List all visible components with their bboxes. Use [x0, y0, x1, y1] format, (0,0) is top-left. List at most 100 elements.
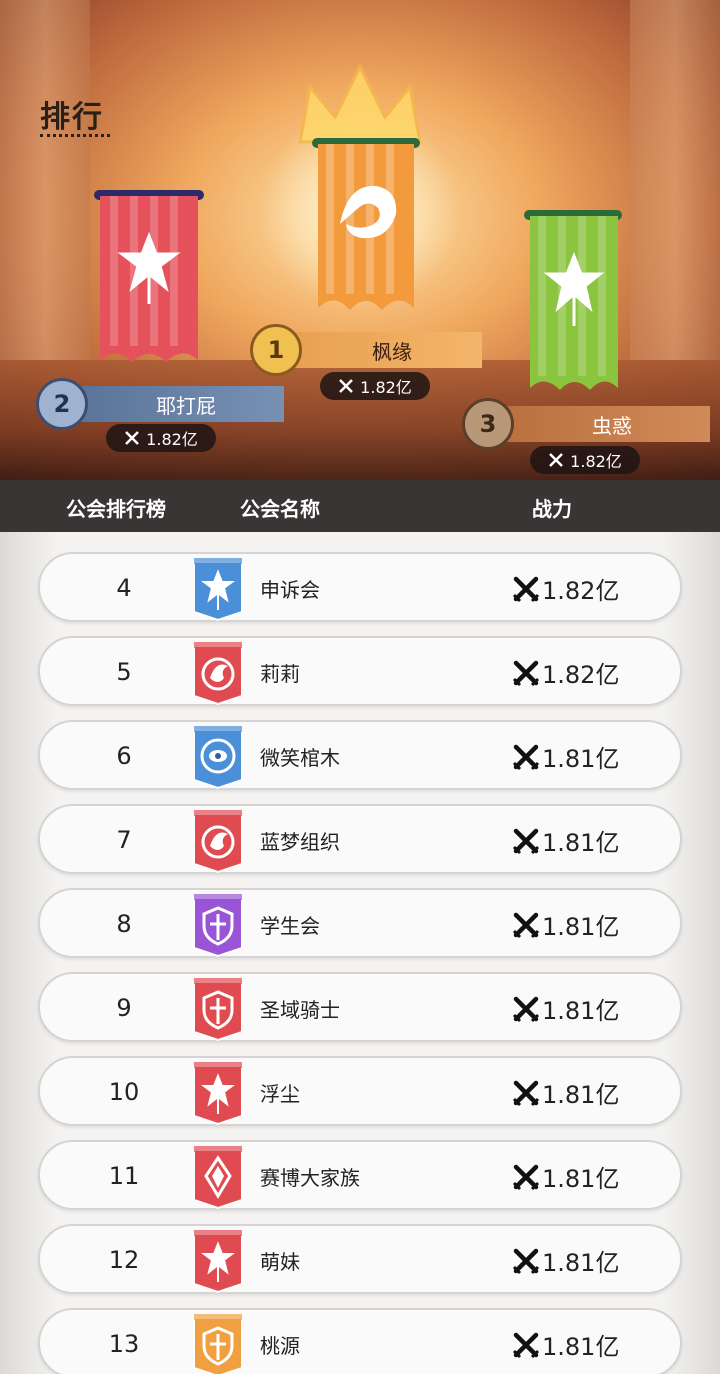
background-pillar — [0, 0, 90, 360]
crossed-swords-icon — [512, 912, 540, 938]
power-value: 1.82亿 — [146, 430, 198, 449]
rank-number: 4 — [116, 574, 132, 602]
title-underline — [40, 134, 110, 137]
rank-number: 6 — [116, 742, 132, 770]
header-name: 公会名称 — [240, 497, 320, 521]
table-row[interactable]: 10 浮尘 1.81亿 — [38, 1056, 682, 1126]
rank-plate-3: 3 虫惑 — [462, 398, 710, 450]
sword-emblem-icon — [193, 1230, 243, 1294]
rank-number: 5 — [116, 658, 132, 686]
power-cell: 1.81亿 — [512, 991, 619, 1026]
guild-ranking-list[interactable]: 4 申诉会 1.82亿 5 莉莉 1.82亿 6 微笑棺木 1.81亿 7 蓝梦组织 1.81亿 8 学生… — [0, 532, 720, 1374]
table-row[interactable]: 12 萌妹 1.81亿 — [38, 1224, 682, 1294]
power-value: 1.81亿 — [542, 1165, 620, 1193]
crossed-swords-icon — [512, 828, 540, 854]
power-value: 1.81亿 — [542, 1249, 620, 1277]
dragon-emblem-icon — [193, 810, 243, 874]
power-cell: 1.81亿 — [512, 907, 619, 942]
guild-name: 学生会 — [260, 914, 320, 938]
crossed-swords-icon — [549, 453, 564, 467]
rank-number: 11 — [108, 1162, 140, 1190]
crossed-swords-icon — [512, 1080, 540, 1106]
rank-medal-1: 1 — [250, 324, 302, 376]
crossed-swords-icon — [512, 996, 540, 1022]
sword-emblem-icon — [193, 1062, 243, 1126]
crossed-swords-icon — [512, 1332, 540, 1358]
rank-number: 8 — [116, 910, 132, 938]
power-value: 1.82亿 — [542, 577, 620, 605]
crossed-swords-icon — [512, 660, 540, 686]
sword-emblem-icon — [193, 558, 243, 622]
power-value: 1.81亿 — [542, 745, 620, 773]
sword-emblem-icon — [530, 216, 618, 390]
power-value: 1.81亿 — [542, 913, 620, 941]
power-cell: 1.81亿 — [512, 739, 619, 774]
power-cell: 1.82亿 — [512, 655, 619, 690]
header-rank: 公会排行榜 — [66, 497, 166, 521]
guild-name: 虫惑 — [500, 406, 710, 442]
guild-name: 莉莉 — [260, 662, 300, 686]
guild-name: 赛博大家族 — [260, 1166, 360, 1190]
table-row[interactable]: 8 学生会 1.81亿 — [38, 888, 682, 958]
crossed-swords-icon — [512, 576, 540, 602]
fox-emblem-icon — [318, 144, 414, 310]
rank-medal-2: 2 — [36, 378, 88, 430]
podium-section: 排行 1 枫缘 1.82亿 2 耶打屁 1.82亿 3 虫惑 1.82亿 — [0, 0, 720, 480]
sword-emblem-icon — [100, 196, 198, 362]
power-cell: 1.81亿 — [512, 1075, 619, 1110]
eye-emblem-icon — [193, 726, 243, 790]
guild-name: 萌妹 — [260, 1250, 300, 1274]
crystal-emblem-icon — [193, 1146, 243, 1210]
guild-name: 微笑棺木 — [260, 746, 340, 770]
power-value: 1.81亿 — [542, 1081, 620, 1109]
power-pill: 1.82亿 — [320, 372, 430, 400]
power-cell: 1.82亿 — [512, 571, 619, 606]
rank-number: 13 — [108, 1330, 140, 1358]
table-row[interactable]: 9 圣域骑士 1.81亿 — [38, 972, 682, 1042]
table-row[interactable]: 4 申诉会 1.82亿 — [38, 552, 682, 622]
guild-name: 圣域骑士 — [260, 998, 340, 1022]
power-value: 1.81亿 — [542, 1333, 620, 1361]
shield-emblem-icon — [193, 978, 243, 1042]
power-value: 1.82亿 — [360, 378, 412, 397]
guild-name: 蓝梦组织 — [260, 830, 340, 854]
power-cell: 1.81亿 — [512, 823, 619, 858]
power-value: 1.81亿 — [542, 997, 620, 1025]
guild-name: 桃源 — [260, 1334, 300, 1358]
guild-name: 耶打屁 — [74, 386, 284, 422]
power-cell: 1.81亿 — [512, 1159, 619, 1194]
background-pillar — [630, 0, 720, 360]
page-title: 排行 — [40, 100, 104, 135]
power-value: 1.82亿 — [570, 452, 622, 471]
crossed-swords-icon — [339, 379, 354, 393]
rank-medal-3: 3 — [462, 398, 514, 450]
table-row[interactable]: 13 桃源 1.81亿 — [38, 1308, 682, 1374]
power-value: 1.81亿 — [542, 829, 620, 857]
table-row[interactable]: 5 莉莉 1.82亿 — [38, 636, 682, 706]
header-power: 战力 — [532, 497, 572, 521]
rank-number: 10 — [108, 1078, 140, 1106]
shield-emblem-icon — [193, 894, 243, 958]
rank-number: 12 — [108, 1246, 140, 1274]
guild-name: 枫缘 — [288, 332, 482, 368]
shield-emblem-icon — [193, 1314, 243, 1374]
rank-plate-2: 2 耶打屁 — [36, 378, 284, 430]
power-value: 1.82亿 — [542, 661, 620, 689]
crossed-swords-icon — [512, 1248, 540, 1274]
crossed-swords-icon — [512, 1164, 540, 1190]
rank-plate-1: 1 枫缘 — [250, 324, 482, 376]
table-header: 公会排行榜 公会名称 战力 — [0, 480, 720, 532]
rank-number: 9 — [116, 994, 132, 1022]
dragon-emblem-icon — [193, 642, 243, 706]
crossed-swords-icon — [125, 431, 140, 445]
power-pill: 1.82亿 — [106, 424, 216, 452]
power-cell: 1.81亿 — [512, 1243, 619, 1278]
table-row[interactable]: 7 蓝梦组织 1.81亿 — [38, 804, 682, 874]
power-cell: 1.81亿 — [512, 1327, 619, 1362]
power-pill: 1.82亿 — [530, 446, 640, 474]
crossed-swords-icon — [512, 744, 540, 770]
table-row[interactable]: 11 赛博大家族 1.81亿 — [38, 1140, 682, 1210]
table-row[interactable]: 6 微笑棺木 1.81亿 — [38, 720, 682, 790]
guild-name: 申诉会 — [260, 578, 320, 602]
guild-name: 浮尘 — [260, 1082, 300, 1106]
